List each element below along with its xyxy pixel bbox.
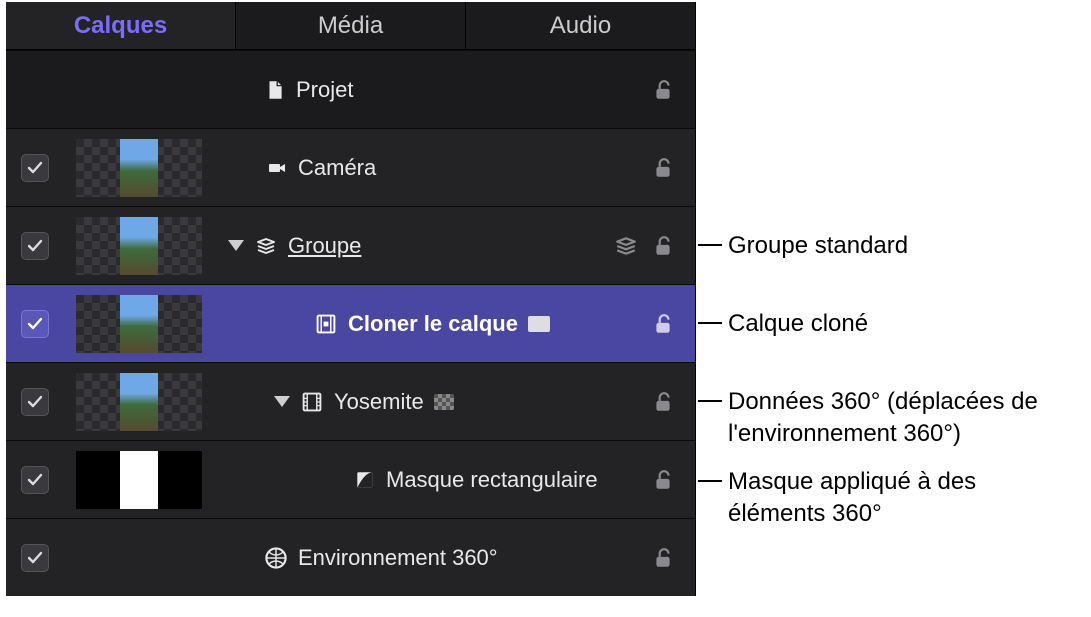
lock-icon[interactable] xyxy=(652,469,674,491)
lock-icon[interactable] xyxy=(652,79,674,101)
callout-group: Groupe standard xyxy=(698,244,908,276)
row-yosemite[interactable]: Yosemite xyxy=(6,362,695,440)
row-env360[interactable]: Environnement 360° xyxy=(6,518,695,596)
disclosure-icon[interactable] xyxy=(228,240,244,251)
globe-icon xyxy=(264,546,288,570)
row-label: Yosemite xyxy=(334,389,424,415)
stack-icon xyxy=(254,236,278,256)
row-group[interactable]: Groupe xyxy=(6,206,695,284)
thumbnail xyxy=(76,217,202,275)
row-label: Groupe xyxy=(288,233,361,259)
lock-icon[interactable] xyxy=(652,313,674,335)
lock-icon[interactable] xyxy=(652,157,674,179)
tab-audio[interactable]: Audio xyxy=(466,2,695,49)
tabs: Calques Média Audio xyxy=(6,2,695,50)
lock-icon[interactable] xyxy=(652,235,674,257)
row-project[interactable]: Projet xyxy=(6,50,695,128)
stack-indicator-icon xyxy=(615,235,637,257)
clone-icon xyxy=(314,312,338,336)
row-label: Masque rectangulaire xyxy=(386,467,598,493)
row-camera[interactable]: Caméra xyxy=(6,128,695,206)
film-icon xyxy=(300,390,324,414)
visibility-checkbox[interactable] xyxy=(21,544,49,572)
layers-panel: Calques Média Audio Projet Caméra Groupe xyxy=(6,2,696,596)
lock-icon[interactable] xyxy=(652,391,674,413)
callout-mask: Masque appliqué à des éléments 360° xyxy=(698,480,1052,545)
callout-clone: Calque cloné xyxy=(698,322,868,354)
thumbnail xyxy=(76,451,202,509)
row-label: Caméra xyxy=(298,155,376,181)
visibility-checkbox[interactable] xyxy=(21,154,49,182)
row-label: Projet xyxy=(296,77,353,103)
visibility-checkbox[interactable] xyxy=(21,388,49,416)
alpha-chip xyxy=(434,394,454,410)
mask-icon xyxy=(354,469,376,491)
thumbnail xyxy=(76,295,202,353)
tab-layers[interactable]: Calques xyxy=(6,2,236,49)
camera-icon xyxy=(264,158,288,178)
row-mask[interactable]: Masque rectangulaire xyxy=(6,440,695,518)
row-label: Cloner le calque xyxy=(348,311,518,337)
thumbnail xyxy=(76,139,202,197)
layer-chip xyxy=(528,316,550,332)
visibility-checkbox[interactable] xyxy=(21,466,49,494)
project-icon xyxy=(264,79,286,101)
visibility-checkbox[interactable] xyxy=(21,232,49,260)
tab-media[interactable]: Média xyxy=(236,2,466,49)
row-clone-layer[interactable]: Cloner le calque xyxy=(6,284,695,362)
callout-data360: Données 360° (déplacées de l'environneme… xyxy=(698,400,1072,465)
visibility-checkbox[interactable] xyxy=(21,310,49,338)
thumbnail xyxy=(76,373,202,431)
disclosure-icon[interactable] xyxy=(274,396,290,407)
row-label: Environnement 360° xyxy=(298,545,498,571)
lock-icon[interactable] xyxy=(652,547,674,569)
